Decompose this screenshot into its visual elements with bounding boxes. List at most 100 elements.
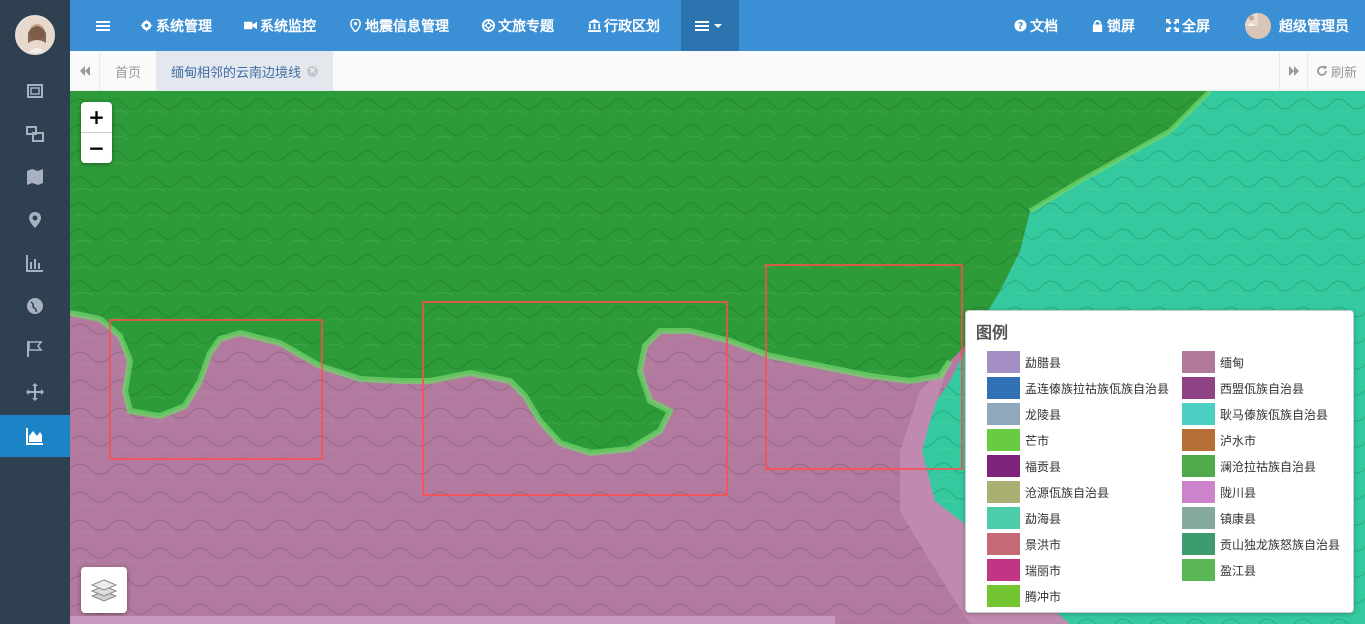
nav-docs[interactable]: ? 文档 [1014,0,1058,51]
legend-swatch [1182,559,1215,581]
legend-label: 芒市 [1025,433,1050,448]
legend-item: 景洪市 [987,531,1061,557]
legend-label: 泸水市 [1220,433,1257,448]
legend-label: 沧源佤族自治县 [1025,485,1110,500]
legend-label: 镇康县 [1220,511,1257,526]
legend-label: 西盟佤族自治县 [1220,381,1305,396]
legend-label: 瑞丽市 [1025,563,1062,578]
legend-item: 勐海县 [987,505,1061,531]
user-name: 超级管理员 [1279,18,1349,35]
question-circle-icon: ? [1014,19,1027,32]
nav-label: 行政区划 [604,18,660,35]
legend-item: 缅甸 [1182,349,1244,375]
nav-fullscreen[interactable]: 全屏 [1166,0,1210,51]
legend-label: 澜沧拉祜族自治县 [1220,459,1317,474]
legend-label: 耿马傣族佤族自治县 [1220,407,1329,422]
legend-swatch [1182,533,1215,555]
user-menu[interactable]: 超级管理员 [1245,0,1349,51]
legend-swatch [1182,429,1215,451]
expand-icon [1166,19,1179,32]
tabs-bar: 首页 缅甸相邻的云南边境线 × 刷新 [70,51,1365,91]
legend-swatch [987,533,1020,555]
nav-label: 文档 [1030,18,1058,35]
legend-swatch [1182,455,1215,477]
zoom-out-button[interactable]: − [81,132,112,162]
nav-system-management[interactable]: 系统管理 [140,0,212,51]
legend-item: 沧源佤族自治县 [987,479,1109,505]
nav-label: 文旅专题 [498,18,554,35]
screenshot-icon[interactable] [0,71,70,111]
flag-icon[interactable] [0,329,70,369]
nav-label: 地震信息管理 [365,18,449,35]
avatar[interactable] [15,15,55,55]
legend-swatch [1182,403,1215,425]
legend-item: 孟连傣族拉祜族佤族自治县 [987,375,1169,401]
zoom-control: + − [81,102,112,163]
more-menu-dropdown[interactable] [681,0,739,51]
arrows-icon[interactable] [0,372,70,412]
legend-swatch [987,429,1020,451]
legend-swatch [987,481,1020,503]
legend-label: 贡山独龙族怒族自治县 [1220,537,1341,552]
object-group-icon[interactable] [0,114,70,154]
nav-lock-screen[interactable]: 锁屏 [1091,0,1135,51]
legend-item: 泸水市 [1182,427,1256,453]
nav-earthquake-info[interactable]: 地震信息管理 [349,0,449,51]
legend-label: 盈江县 [1220,563,1257,578]
map-legend: 图例 勐腊县 缅甸 孟连傣族拉祜族佤族自治县 西盟佤族自治县 龙陵县 耿马傣族佤族自治县芒… [965,310,1354,613]
map-marker-icon[interactable] [0,200,70,240]
bar-chart-icon[interactable] [0,243,70,283]
nav-admin-division[interactable]: 行政区划 [588,0,660,51]
legend-item: 镇康县 [1182,505,1256,531]
layers-icon [90,579,118,602]
nav-system-monitor[interactable]: 系统监控 [244,0,316,51]
legend-item: 福贡县 [987,453,1061,479]
legend-swatch [987,455,1020,477]
legend-item: 贡山独龙族怒族自治县 [1182,531,1340,557]
legend-swatch [1182,481,1215,503]
tabs-scroll-right-icon[interactable] [1279,51,1307,91]
legend-item: 耿马傣族佤族自治县 [1182,401,1328,427]
map-icon[interactable] [0,157,70,197]
video-camera-icon [244,21,257,30]
layers-button[interactable] [81,567,127,613]
top-navbar: 系统管理 系统监控 地震信息管理 文旅专题 行政区划 ? 文档 锁屏 全屏 超级… [70,0,1365,51]
tab-label: 缅甸相邻的云南边境线 [171,65,302,81]
area-chart-icon[interactable] [0,415,70,457]
svg-text:?: ? [1018,21,1023,32]
legend-label: 缅甸 [1220,355,1245,370]
legend-item: 腾冲市 [987,583,1061,609]
caret-down-icon [714,23,722,28]
legend-swatch [1182,377,1215,399]
nav-label: 锁屏 [1107,18,1135,35]
hamburger-menu-icon[interactable] [96,0,113,51]
legend-swatch [987,377,1020,399]
legend-item: 芒市 [987,427,1049,453]
life-ring-icon [482,19,495,32]
lock-icon [1092,20,1103,32]
legend-item: 西盟佤族自治县 [1182,375,1304,401]
user-avatar [1245,12,1271,39]
legend-swatch [1182,507,1215,529]
legend-label: 陇川县 [1220,485,1257,500]
legend-swatch [987,507,1020,529]
map-view[interactable]: + − 图例 勐腊县 缅甸 孟连傣族拉祜族佤族自治县 西盟佤族自治县 龙陵县 耿马傣族佤族… [70,91,1365,624]
refresh-label: 刷新 [1330,65,1357,81]
horizontal-scrollbar[interactable] [70,616,835,624]
nav-label: 全屏 [1182,18,1210,35]
nav-culture-tourism[interactable]: 文旅专题 [482,0,554,51]
legend-item: 瑞丽市 [987,557,1061,583]
zoom-in-button[interactable]: + [81,102,112,132]
institution-icon [588,19,601,32]
legend-swatch [987,351,1020,373]
tab-home[interactable]: 首页 [100,51,156,91]
legend-item: 勐腊县 [987,349,1061,375]
refresh-button[interactable]: 刷新 [1307,51,1365,91]
globe-icon[interactable] [0,286,70,326]
legend-label: 福贡县 [1025,459,1062,474]
tabs-scroll-left-icon[interactable] [70,51,100,91]
tab-active-page[interactable]: 缅甸相邻的云南边境线 × [156,51,334,91]
tab-close-icon[interactable]: × [307,65,319,77]
legend-item: 龙陵县 [987,401,1061,427]
legend-item: 陇川县 [1182,479,1256,505]
